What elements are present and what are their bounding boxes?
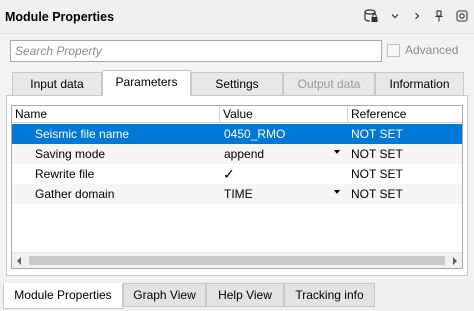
title-bar: Module Properties bbox=[0, 0, 474, 34]
title-toolbar bbox=[364, 9, 468, 26]
search-property-input[interactable] bbox=[10, 40, 382, 62]
parameters-panel: Name Value Reference Seismic file name 0… bbox=[6, 95, 468, 276]
row-value[interactable]: 0450_RMO bbox=[224, 124, 285, 144]
row-name: Rewrite file bbox=[35, 167, 95, 181]
table-row[interactable]: Seismic file name 0450_RMO NOT SET bbox=[12, 124, 462, 144]
database-lock-icon[interactable] bbox=[364, 9, 378, 26]
tab-output-data[interactable]: Output data bbox=[283, 72, 375, 96]
advanced-toggle[interactable]: Advanced bbox=[387, 43, 458, 57]
tab-parameters[interactable]: Parameters bbox=[102, 70, 191, 97]
row-name: Seismic file name bbox=[35, 127, 130, 141]
chevron-right-icon[interactable] bbox=[412, 11, 422, 24]
scroll-left-icon[interactable] bbox=[17, 257, 21, 265]
table-row[interactable]: Gather domain TIME NOT SET bbox=[12, 184, 462, 204]
scrollbar-thumb[interactable] bbox=[29, 256, 445, 265]
column-header-reference[interactable]: Reference bbox=[348, 106, 462, 123]
table-row[interactable]: Rewrite file ✓ NOT SET bbox=[12, 164, 462, 184]
tab-input-data[interactable]: Input data bbox=[12, 72, 102, 96]
row-reference: NOT SET bbox=[351, 187, 403, 201]
grid-header: Name Value Reference bbox=[12, 106, 462, 123]
row-value[interactable]: TIME bbox=[224, 184, 253, 204]
bottom-tabs: Module Properties Graph View Help View T… bbox=[0, 281, 474, 311]
tab-help-view[interactable]: Help View bbox=[206, 283, 284, 307]
tab-graph-view[interactable]: Graph View bbox=[123, 283, 206, 307]
tab-tracking-info[interactable]: Tracking info bbox=[284, 283, 375, 307]
advanced-label: Advanced bbox=[405, 43, 459, 57]
row-name: Gather domain bbox=[35, 187, 115, 201]
property-tabs: Input data Parameters Settings Output da… bbox=[10, 70, 464, 97]
pin-icon[interactable] bbox=[434, 10, 444, 25]
search-row: Advanced bbox=[10, 40, 464, 62]
chevron-down-icon[interactable] bbox=[390, 11, 400, 24]
column-header-name[interactable]: Name bbox=[12, 106, 219, 123]
scroll-right-icon[interactable] bbox=[453, 257, 457, 265]
column-header-value[interactable]: Value bbox=[220, 106, 347, 123]
settings-icon[interactable] bbox=[456, 10, 468, 25]
tab-settings[interactable]: Settings bbox=[191, 72, 283, 96]
row-reference: NOT SET bbox=[351, 147, 403, 161]
row-reference: NOT SET bbox=[351, 127, 403, 141]
horizontal-scrollbar[interactable] bbox=[12, 252, 462, 268]
tab-information[interactable]: Information bbox=[375, 72, 464, 96]
row-value[interactable]: append bbox=[224, 144, 264, 164]
dropdown-arrow-icon[interactable] bbox=[334, 190, 340, 194]
table-row[interactable]: Saving mode append NOT SET bbox=[12, 144, 462, 164]
rewrite-file-checkbox[interactable]: ✓ bbox=[223, 167, 235, 181]
property-grid: Name Value Reference Seismic file name 0… bbox=[11, 105, 463, 269]
row-name: Saving mode bbox=[35, 147, 106, 161]
row-reference: NOT SET bbox=[351, 167, 403, 181]
tab-module-properties[interactable]: Module Properties bbox=[3, 283, 123, 309]
advanced-checkbox[interactable] bbox=[387, 43, 400, 57]
window-title: Module Properties bbox=[5, 10, 115, 24]
dropdown-arrow-icon[interactable] bbox=[334, 150, 340, 154]
